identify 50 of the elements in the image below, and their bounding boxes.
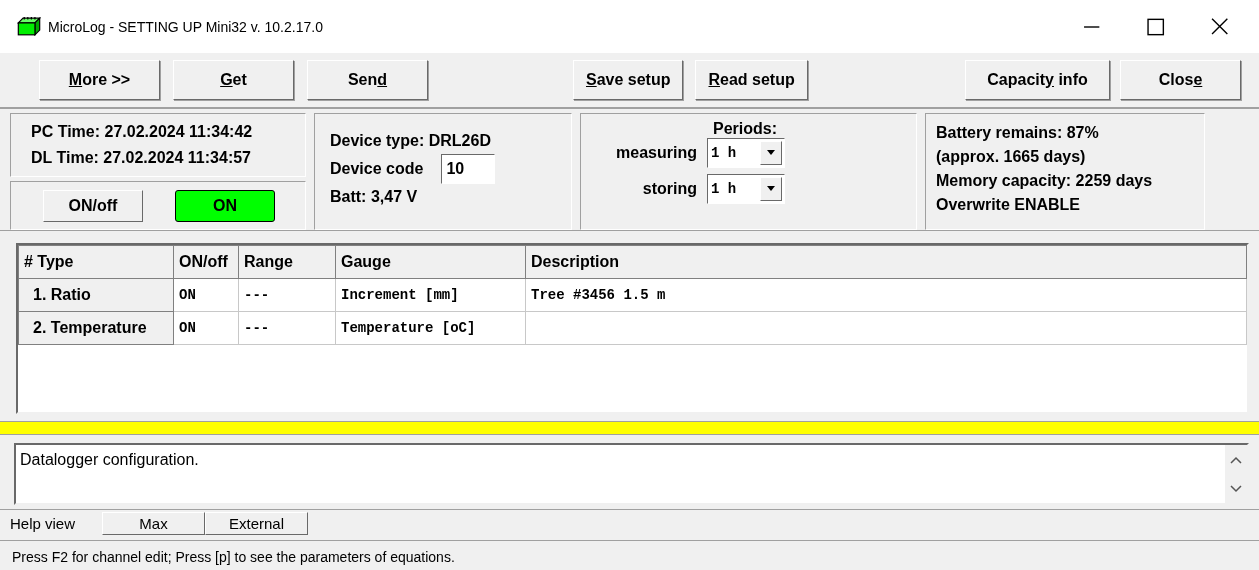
capacity-line: Overwrite ENABLE: [936, 196, 1082, 214]
row-header[interactable]: 2. Temperature: [18, 311, 174, 345]
row-header[interactable]: 1. Ratio: [18, 278, 174, 312]
table-cell: Temperature [oC]: [335, 311, 526, 345]
toolbar-button[interactable]: Close: [1120, 60, 1241, 100]
table-cell: Tree #3456 1.5 m: [525, 278, 1247, 312]
toolbar-button[interactable]: Get: [173, 60, 294, 100]
dropdown-arrow-icon: [766, 186, 776, 192]
splitter-bar[interactable]: [0, 421, 1259, 435]
period-label: measuring: [615, 144, 697, 162]
status-text: Press F2 for channel edit; Press [p] to see the parameters of equations.: [12, 549, 455, 565]
help-view-button[interactable]: Max: [102, 511, 205, 535]
status-indicator: ON: [175, 189, 275, 222]
table-cell: Increment [mm]: [335, 278, 526, 312]
toolbar-button[interactable]: Save setup: [573, 60, 684, 100]
device-code-field[interactable]: 10: [441, 154, 496, 184]
period-label: storing: [641, 180, 697, 198]
app-icon: [17, 17, 41, 36]
battery-voltage: Batt: 3,47 V: [330, 188, 419, 206]
column-header[interactable]: Range: [238, 245, 336, 279]
periods-title: Periods:: [713, 120, 777, 138]
toolbar-button[interactable]: More >>: [39, 60, 160, 100]
scroll-down-icon[interactable]: [1230, 484, 1242, 493]
table-cell: ---: [238, 278, 336, 312]
help-view-button[interactable]: External: [205, 511, 308, 535]
window-title: MicroLog - SETTING UP Mini32 v. 10.2.17.0: [48, 18, 323, 35]
scroll-up-icon[interactable]: [1230, 455, 1242, 464]
toolbar-button[interactable]: Send: [307, 60, 428, 100]
help-text: Datalogger configuration.: [19, 450, 200, 470]
capacity-line: Battery remains: 87%: [936, 124, 1100, 142]
device-type: Device type: DRL26D: [330, 132, 492, 150]
device-code-label: Device code: [330, 160, 424, 178]
capacity-line: (approx. 1665 days): [936, 148, 1087, 166]
table-cell: ---: [238, 311, 336, 345]
column-header[interactable]: Description: [525, 245, 1247, 279]
table-cell: ON: [173, 311, 239, 345]
on-off-button[interactable]: ON/off: [43, 189, 143, 222]
column-header[interactable]: # Type: [18, 245, 174, 279]
toolbar-button[interactable]: Read setup: [695, 60, 808, 100]
column-header[interactable]: ON/off: [173, 245, 239, 279]
dropdown-arrow-icon: [766, 150, 776, 156]
period-dropdown[interactable]: 1 h: [707, 174, 785, 204]
toolbar-button[interactable]: Capacity info: [965, 60, 1110, 100]
help-view-label: Help view: [10, 514, 77, 532]
dl-time: DL Time: 27.02.2024 11:34:57: [31, 149, 252, 167]
period-dropdown[interactable]: 1 h: [707, 138, 785, 168]
column-header[interactable]: Gauge: [335, 245, 526, 279]
table-cell: ON: [173, 278, 239, 312]
pc-time: PC Time: 27.02.2024 11:34:42: [31, 123, 254, 141]
capacity-line: Memory capacity: 2259 days: [936, 172, 1154, 190]
